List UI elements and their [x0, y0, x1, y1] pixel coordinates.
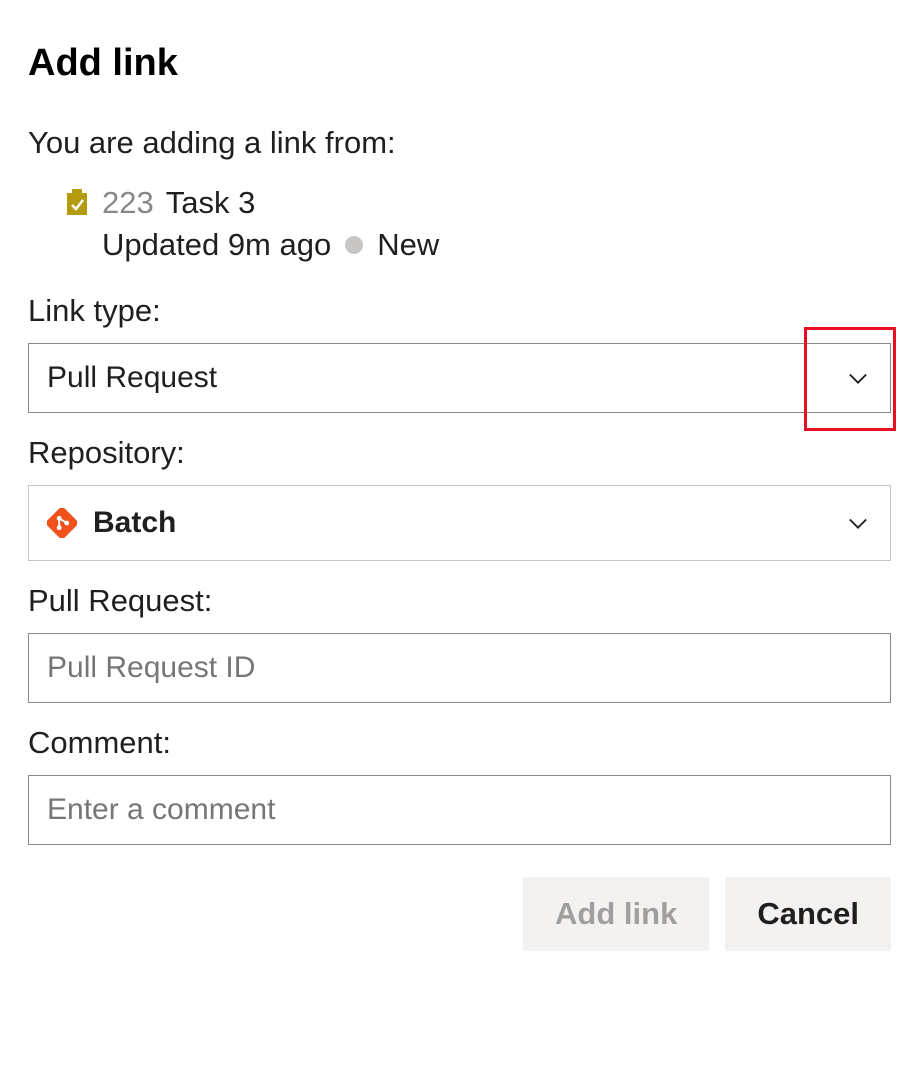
- dialog-title: Add link: [28, 42, 891, 85]
- repository-label: Repository:: [28, 435, 891, 471]
- link-type-label: Link type:: [28, 293, 891, 329]
- comment-placeholder: Enter a comment: [47, 793, 275, 827]
- source-work-item: 223 Task 3 Updated 9m ago New: [64, 185, 891, 263]
- comment-input[interactable]: Enter a comment: [28, 775, 891, 845]
- repository-select[interactable]: Batch: [28, 485, 891, 561]
- pull-request-placeholder: Pull Request ID: [47, 651, 255, 685]
- cancel-button[interactable]: Cancel: [725, 877, 891, 951]
- work-item-title: Task 3: [166, 185, 256, 221]
- repository-value: Batch: [93, 506, 176, 540]
- state-dot-icon: [345, 236, 363, 254]
- link-type-value: Pull Request: [47, 361, 217, 395]
- chevron-down-icon: [844, 509, 872, 537]
- link-type-select[interactable]: Pull Request: [28, 343, 891, 413]
- comment-label: Comment:: [28, 725, 891, 761]
- work-item-id: 223: [102, 185, 154, 221]
- pull-request-input[interactable]: Pull Request ID: [28, 633, 891, 703]
- add-link-button[interactable]: Add link: [523, 877, 709, 951]
- chevron-down-icon: [844, 364, 872, 392]
- intro-text: You are adding a link from:: [28, 125, 891, 161]
- work-item-updated: Updated 9m ago: [102, 227, 331, 263]
- git-repo-icon: [47, 508, 77, 538]
- pull-request-label: Pull Request:: [28, 583, 891, 619]
- work-item-state: New: [377, 227, 439, 263]
- task-icon: [64, 189, 90, 217]
